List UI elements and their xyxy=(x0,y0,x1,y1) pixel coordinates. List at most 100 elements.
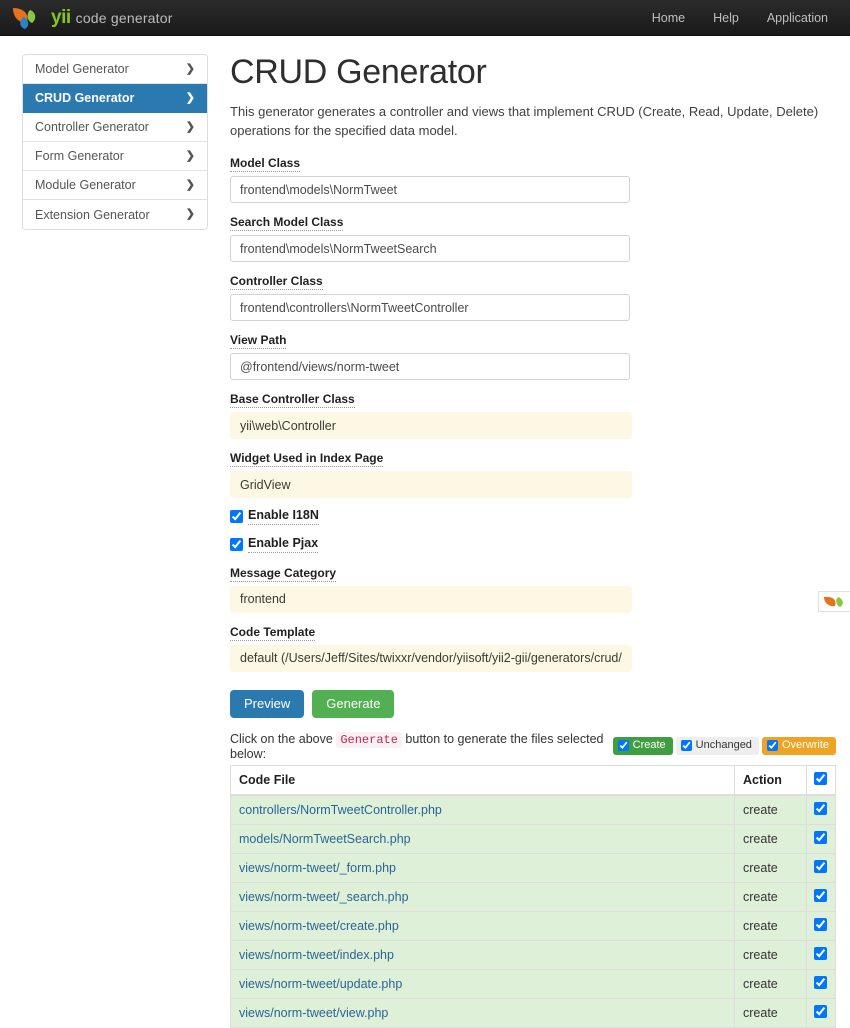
table-row: controllers/NormTweetController.php crea… xyxy=(230,794,836,825)
table-cell-checkbox xyxy=(806,794,836,825)
code-file-link[interactable]: models/NormTweetSearch.php xyxy=(239,832,411,846)
row-select-checkbox[interactable] xyxy=(814,888,827,902)
sidebar-item-controller-generator[interactable]: Controller Generator ❯ xyxy=(23,113,207,142)
code-file-link[interactable]: controllers/NormTweetController.php xyxy=(239,803,442,817)
form-group-widget-index-page: Widget Used in Index Page xyxy=(230,450,836,499)
row-select-checkbox[interactable] xyxy=(814,1004,827,1018)
enable-i18n-label: Enable I18N xyxy=(248,508,319,525)
code-file-link[interactable]: views/norm-tweet/view.php xyxy=(239,1006,388,1020)
form-group-model-class: Model Class xyxy=(230,155,836,204)
form-group-enable-pjax: Enable Pjax xyxy=(230,536,836,553)
search-model-class-input[interactable] xyxy=(230,235,630,263)
legend-overwrite-checkbox[interactable] xyxy=(766,740,778,752)
brand-logo[interactable]: yii code generator xyxy=(10,6,173,30)
nav-link-help[interactable]: Help xyxy=(713,11,739,25)
form-group-code-template: Code Template xyxy=(230,624,836,672)
form-group-view-path: View Path xyxy=(230,332,836,381)
sidebar-item-extension-generator[interactable]: Extension Generator ❯ xyxy=(23,200,207,229)
nav-link-application[interactable]: Application xyxy=(767,11,828,25)
column-header-code-file: Code File xyxy=(230,764,735,796)
hint-and-legend-row: Click on the above Generate button to ge… xyxy=(230,731,836,761)
table-cell-action: create xyxy=(734,910,807,941)
controller-class-label: Controller Class xyxy=(230,274,323,291)
table-cell-action: create xyxy=(734,852,807,883)
table-row: views/norm-tweet/view.php create xyxy=(230,997,836,1028)
generator-list: Model Generator ❯ CRUD Generator ❯ Contr… xyxy=(22,54,208,230)
sidebar-item-label: Module Generator xyxy=(35,178,136,192)
code-template-label: Code Template xyxy=(230,624,316,641)
table-row: views/norm-tweet/create.php create xyxy=(230,910,836,941)
table-cell-action: create xyxy=(734,881,807,912)
table-cell-action: create xyxy=(734,939,807,970)
widget-index-page-label: Widget Used in Index Page xyxy=(230,451,384,468)
table-cell-code-file: views/norm-tweet/index.php xyxy=(230,939,735,970)
sidebar-item-label: Extension Generator xyxy=(35,207,150,222)
table-row: views/norm-tweet/index.php create xyxy=(230,939,836,970)
model-class-input[interactable] xyxy=(230,176,630,204)
chevron-right-icon: ❯ xyxy=(185,208,195,220)
code-file-link[interactable]: views/norm-tweet/_search.php xyxy=(239,890,409,904)
table-cell-action: create xyxy=(734,823,807,854)
select-all-checkbox[interactable] xyxy=(814,771,827,785)
generate-button[interactable]: Generate xyxy=(312,689,395,718)
page-title: CRUD Generator xyxy=(230,53,487,91)
code-file-link[interactable]: views/norm-tweet/update.php xyxy=(239,977,402,991)
legend-create-label: Create xyxy=(632,739,666,752)
row-select-checkbox[interactable] xyxy=(814,917,827,931)
table-cell-code-file: views/norm-tweet/create.php xyxy=(230,910,735,941)
table-cell-checkbox xyxy=(806,997,836,1028)
message-category-input[interactable] xyxy=(230,585,632,613)
sidebar: Model Generator ❯ CRUD Generator ❯ Contr… xyxy=(22,54,208,1028)
legend-create-checkbox[interactable] xyxy=(617,740,629,752)
table-cell-code-file: views/norm-tweet/view.php xyxy=(230,997,735,1028)
legend-unchanged-checkbox[interactable] xyxy=(680,740,692,752)
enable-i18n-checkbox[interactable] xyxy=(230,510,243,524)
code-template-input[interactable] xyxy=(230,644,632,672)
action-buttons: Preview Generate xyxy=(230,689,836,718)
search-model-class-label: Search Model Class xyxy=(230,215,344,232)
code-file-link[interactable]: views/norm-tweet/_form.php xyxy=(239,861,396,875)
code-file-link[interactable]: views/norm-tweet/index.php xyxy=(239,948,394,962)
enable-pjax-checkbox[interactable] xyxy=(230,538,243,552)
enable-pjax-label: Enable Pjax xyxy=(248,536,319,553)
sidebar-item-form-generator[interactable]: Form Generator ❯ xyxy=(23,142,207,171)
row-select-checkbox[interactable] xyxy=(814,975,827,989)
legend-create[interactable]: Create xyxy=(612,737,673,756)
widget-index-page-input[interactable] xyxy=(230,471,632,499)
table-row: views/norm-tweet/_search.php create xyxy=(230,881,836,912)
table-cell-action: create xyxy=(734,968,807,999)
table-header-row: Code File Action xyxy=(230,764,836,796)
row-select-checkbox[interactable] xyxy=(814,801,827,815)
row-select-checkbox[interactable] xyxy=(814,830,827,844)
main-content: CRUD Generator This generator generates … xyxy=(230,53,836,1028)
view-path-label: View Path xyxy=(230,333,287,350)
controller-class-input[interactable] xyxy=(230,294,630,322)
status-legend: Create Unchanged Overwrite xyxy=(612,737,836,756)
sidebar-item-crud-generator[interactable]: CRUD Generator ❯ xyxy=(23,84,207,113)
sidebar-item-module-generator[interactable]: Module Generator ❯ xyxy=(23,171,207,200)
base-controller-class-input[interactable] xyxy=(230,412,632,440)
table-cell-code-file: views/norm-tweet/_search.php xyxy=(230,881,735,912)
page-description: This generator generates a controller an… xyxy=(230,104,819,139)
yii-debug-toolbar-badge[interactable] xyxy=(818,591,850,612)
table-cell-action: create xyxy=(734,997,807,1028)
table-cell-checkbox xyxy=(806,881,836,912)
top-navbar: yii code generator Home Help Application xyxy=(0,0,850,36)
row-select-checkbox[interactable] xyxy=(814,946,827,960)
chevron-right-icon: ❯ xyxy=(185,91,195,104)
sidebar-item-label: Model Generator xyxy=(35,62,129,76)
form-group-base-controller-class: Base Controller Class xyxy=(230,391,836,440)
legend-overwrite[interactable]: Overwrite xyxy=(761,737,836,756)
view-path-input[interactable] xyxy=(230,353,630,381)
hint-code-generate: Generate xyxy=(336,731,402,748)
legend-unchanged[interactable]: Unchanged xyxy=(675,737,759,756)
chevron-right-icon: ❯ xyxy=(185,178,195,191)
table-cell-checkbox xyxy=(806,823,836,854)
nav-link-home[interactable]: Home xyxy=(652,11,685,25)
code-file-link[interactable]: views/norm-tweet/create.php xyxy=(239,919,399,933)
table-cell-code-file: models/NormTweetSearch.php xyxy=(230,823,735,854)
sidebar-item-model-generator[interactable]: Model Generator ❯ xyxy=(23,55,207,84)
table-row: views/norm-tweet/_form.php create xyxy=(230,852,836,883)
base-controller-class-label: Base Controller Class xyxy=(230,392,355,409)
preview-button[interactable]: Preview xyxy=(230,689,305,718)
